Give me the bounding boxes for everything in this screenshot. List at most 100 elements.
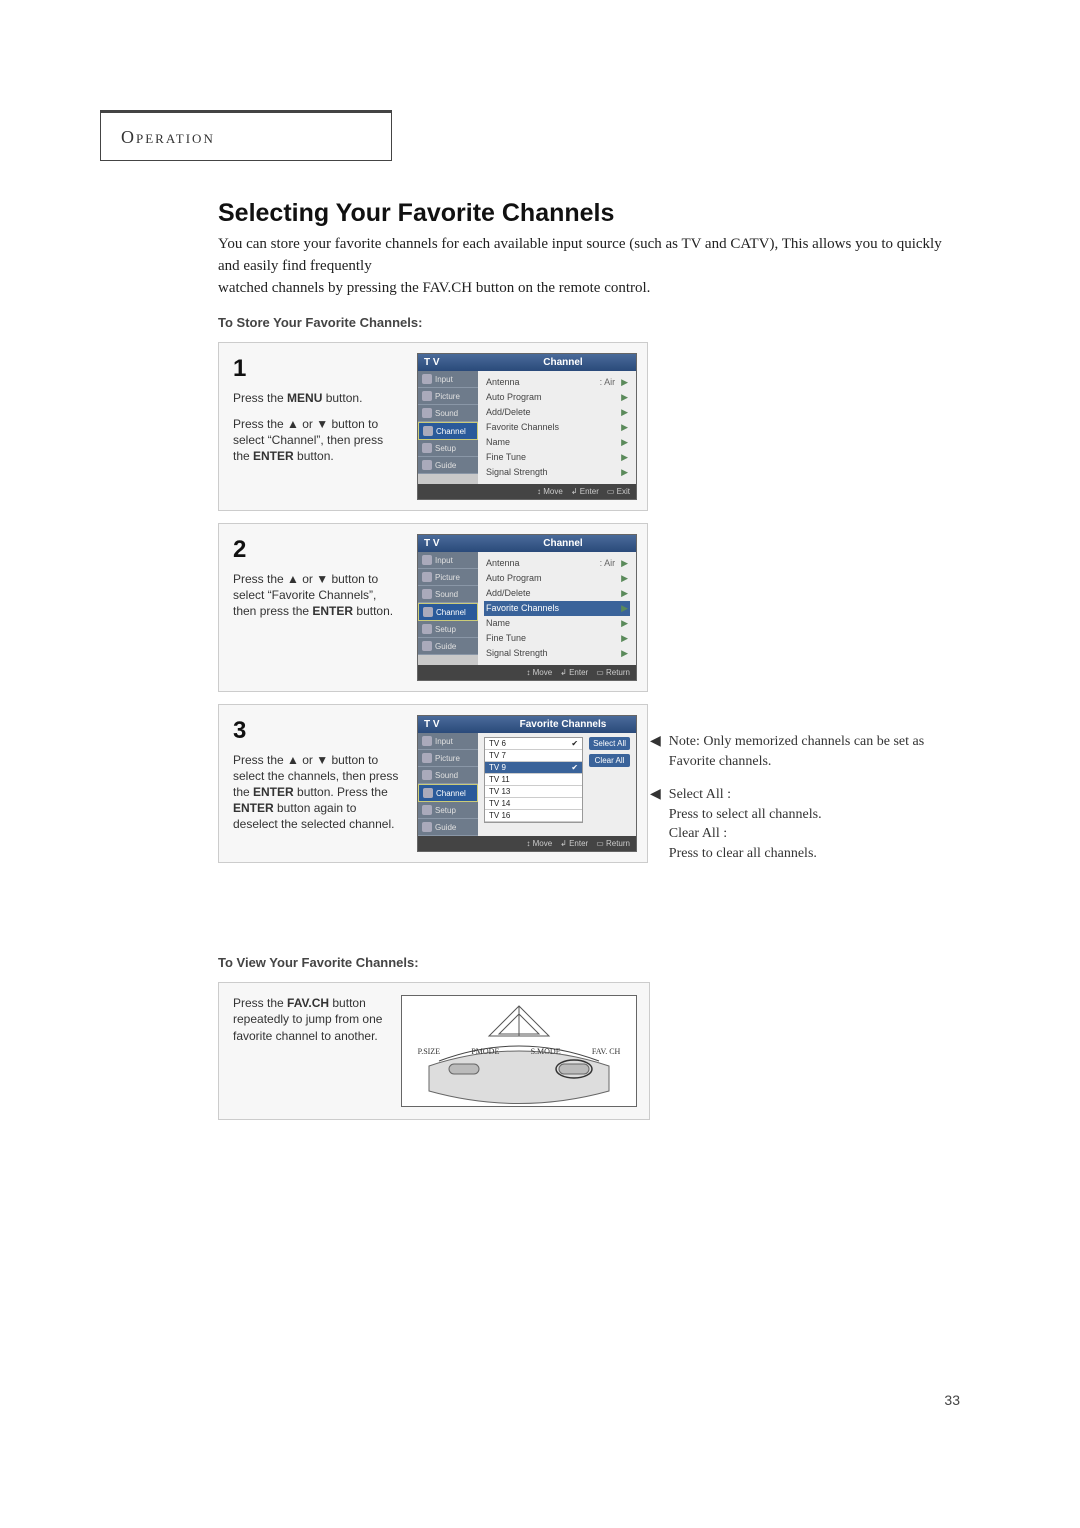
triangle-left-icon: ◀ [650, 732, 661, 771]
remote-label-psize: P.SIZE [418, 1047, 440, 1056]
osd1-side-title: T V [418, 354, 490, 371]
osd-sidebar-item: Input [418, 733, 478, 750]
check-icon: ✔ [571, 763, 578, 772]
osd-sidebar-item: Guide [418, 638, 478, 655]
osd-row-value: : Air [600, 377, 616, 388]
intro-line2: watched channels by pressing the FAV.CH … [218, 280, 650, 296]
note-2-head2: Clear All : [669, 824, 930, 844]
favorite-buttons: Select AllClear All [589, 737, 630, 767]
menu-icon [422, 770, 432, 780]
menu-icon [422, 805, 432, 815]
osd-sidebar-item: Input [418, 552, 478, 569]
osd-sidebar-item: Input [418, 371, 478, 388]
chevron-right-icon: ▶ [621, 618, 628, 629]
page-title: Selecting Your Favorite Channels [218, 199, 948, 228]
step-1-line1-post: button. [322, 391, 362, 405]
step-3: 3 Press the ▲ or ▼ button to select the … [218, 704, 648, 863]
chevron-right-icon: ▶ [621, 573, 628, 584]
osd-sidebar-label: Sound [435, 590, 458, 599]
step-2-text: 2 Press the ▲ or ▼ button to select “Fav… [233, 534, 403, 619]
chevron-right-icon: ▶ [621, 603, 628, 614]
favorite-channel-label: TV 13 [489, 787, 510, 796]
osd-footer-hint: ▭ Return [596, 668, 630, 677]
osd-footer-hint: ↲ Enter [571, 487, 599, 496]
menu-icon [422, 443, 432, 453]
osd-footer-hint: ↕ Move [537, 487, 563, 496]
osd-sidebar-label: Picture [435, 392, 460, 401]
menu-icon [422, 391, 432, 401]
triangle-left-icon: ◀ [650, 785, 661, 863]
favorite-channel-label: TV 14 [489, 799, 510, 808]
favorite-channel-label: TV 9 [489, 763, 506, 772]
osd-menu-row: Add/Delete▶ [484, 405, 630, 420]
osd-row-label: Add/Delete [486, 588, 531, 599]
osd-footer-hint: ↲ Enter [560, 839, 588, 848]
osd-footer-hint: ↕ Move [526, 668, 552, 677]
osd-sidebar-item: Channel [418, 603, 478, 621]
step-2-line1-bold: ENTER [312, 604, 353, 618]
osd1-footer: ↕ Move↲ Enter▭ Exit [418, 484, 636, 499]
favorite-channel-row: TV 13 [485, 786, 582, 798]
osd-footer-hint: ↲ Enter [560, 668, 588, 677]
osd-screenshot-1: T V Channel Input Picture Sound Channel Setu… [417, 353, 637, 500]
chevron-right-icon: ▶ [621, 437, 628, 448]
menu-icon [422, 753, 432, 763]
osd-menu-row: Antenna: Air▶ [484, 556, 630, 571]
step-3-line1-bold: ENTER [253, 785, 294, 799]
favorite-channel-row: TV 7 [485, 750, 582, 762]
osd-sidebar-label: Guide [435, 823, 456, 832]
osd2-sidebar: InputPictureSoundChannelSetupGuide [418, 552, 478, 665]
chevron-right-icon: ▶ [621, 407, 628, 418]
osd-row-label: Antenna [486, 558, 520, 569]
osd-sidebar-label: Channel [436, 427, 466, 436]
osd-sidebar-item: Sound [418, 405, 478, 422]
step-1: 1 Press the MENU button. Press the ▲ or … [218, 342, 648, 511]
menu-icon [422, 572, 432, 582]
menu-icon [422, 641, 432, 651]
favch-text-bold: FAV.CH [287, 996, 329, 1010]
osd-sidebar-item: Picture [418, 388, 478, 405]
osd-footer-hint: ↕ Move [526, 839, 552, 848]
osd-sidebar-label: Input [435, 375, 453, 384]
osd-action-button: Clear All [589, 754, 630, 767]
menu-icon [423, 788, 433, 798]
note-1: ◀ Note: Only memorized channels can be s… [650, 732, 930, 771]
step-2: 2 Press the ▲ or ▼ button to select “Fav… [218, 523, 648, 692]
osd-sidebar-item: Channel [418, 784, 478, 802]
note-2: ◀ Select All : Press to select all chann… [650, 785, 930, 863]
osd-sidebar-item: Setup [418, 440, 478, 457]
step-1-line2-bold: ENTER [253, 449, 294, 463]
chevron-right-icon: ▶ [621, 558, 628, 569]
osd2-footer: ↕ Move ↲ Enter ▭ Return [418, 665, 636, 680]
step-3-text: 3 Press the ▲ or ▼ button to select the … [233, 715, 403, 832]
osd-screenshot-2: T V Channel InputPictureSoundChannelSetu… [417, 534, 637, 681]
osd-menu-row: Favorite Channels ▶ [484, 601, 630, 616]
step-2-line1-post: button. [353, 604, 393, 618]
check-icon: ✔ [571, 739, 578, 748]
osd-sidebar-label: Picture [435, 754, 460, 763]
menu-icon [422, 460, 432, 470]
osd-sidebar-label: Picture [435, 573, 460, 582]
menu-icon [423, 426, 433, 436]
osd3-sidebar: Input Picture Sound Channel Setup Guide [418, 733, 478, 836]
osd2-main-title: Channel [490, 535, 636, 552]
chevron-right-icon: ▶ [621, 377, 628, 388]
osd-sidebar-label: Setup [435, 444, 456, 453]
osd-sidebar-item: Picture [418, 750, 478, 767]
osd-sidebar-item: Guide [418, 457, 478, 474]
osd-row-label: Favorite Channels [486, 603, 559, 614]
step-3-line2-bold: ENTER [233, 801, 274, 815]
osd1-main-title: Channel [490, 354, 636, 371]
favorite-channel-row: TV 14 [485, 798, 582, 810]
menu-icon [422, 555, 432, 565]
menu-icon [422, 374, 432, 384]
remote-label-pmode: PMODE [471, 1047, 499, 1056]
osd-sidebar-label: Sound [435, 771, 458, 780]
section-header: Operation [100, 110, 392, 161]
osd-menu-row: Auto Program▶ [484, 571, 630, 586]
osd-sidebar-label: Setup [435, 806, 456, 815]
step-2-number: 2 [233, 534, 403, 566]
favorite-channel-row: TV 16 [485, 810, 582, 822]
note-2-head1: Select All : [669, 785, 930, 805]
osd2-main: Antenna: Air▶Auto Program▶Add/Delete▶Fav… [478, 552, 636, 665]
